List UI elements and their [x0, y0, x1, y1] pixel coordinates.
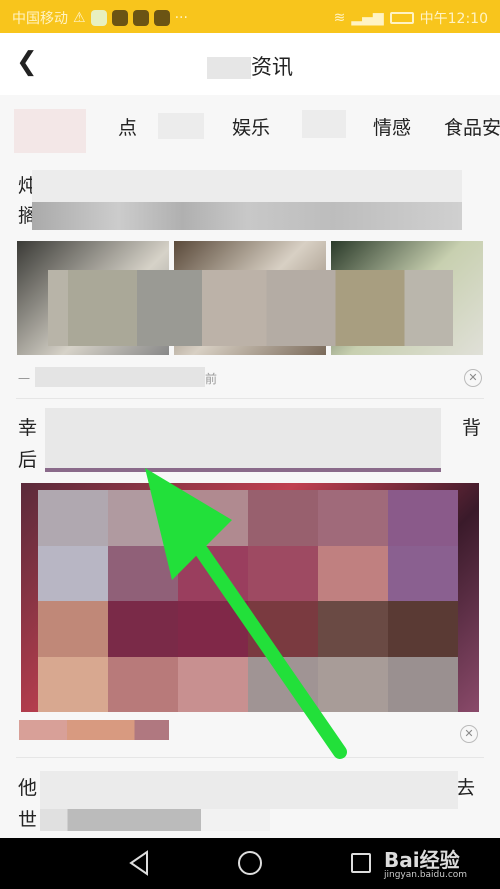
home-nav-button[interactable] [238, 851, 262, 875]
baidu-watermark-logo: Bai经验 [384, 848, 460, 872]
watermark-url: jingyan.baidu.com [384, 870, 468, 880]
recents-nav-button[interactable] [351, 853, 371, 873]
navigation-bar: Bai经验 jingyan.baidu.com [0, 838, 500, 889]
green-arrow-annotation [145, 468, 347, 759]
back-nav-button[interactable] [128, 850, 150, 880]
